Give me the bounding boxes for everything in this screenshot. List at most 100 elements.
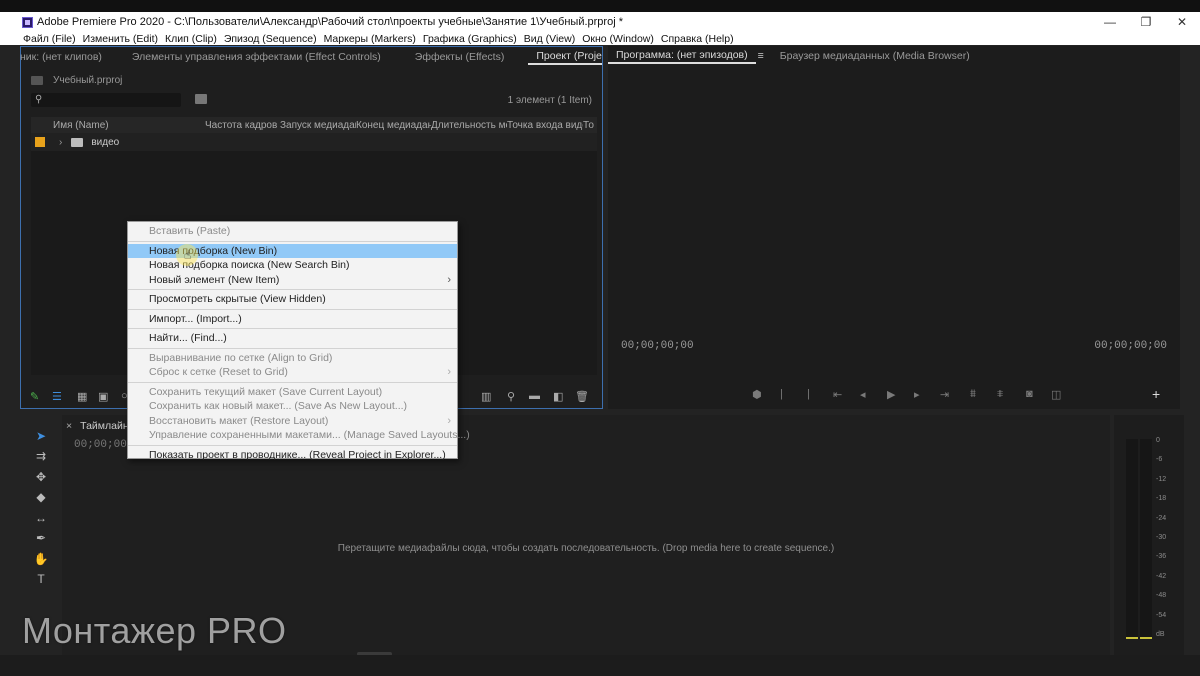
scale-label: -48	[1156, 592, 1167, 600]
menu-help[interactable]: Справка (Help)	[661, 33, 734, 45]
col-media-start[interactable]: Запуск медиадан	[280, 120, 356, 131]
hand-tool-icon[interactable]: ✋	[32, 551, 50, 567]
menu-separator	[128, 289, 457, 290]
menu-item-label: Найти... (Find...)	[149, 332, 227, 344]
comparison-view-icon[interactable]: ◫	[1051, 388, 1061, 401]
menu-item-label: Вставить (Paste)	[149, 225, 231, 237]
play-icon[interactable]: ▶	[887, 388, 895, 401]
label-color-swatch[interactable]	[35, 137, 45, 147]
context-menu-item[interactable]: Просмотреть скрытые (View Hidden)	[128, 292, 457, 307]
trash-icon[interactable]: 🗑	[575, 390, 589, 403]
lift-icon[interactable]: ⩩	[970, 388, 976, 401]
program-monitor-panel: Программа: (нет эпизодов) ≡ Браузер меди…	[608, 46, 1180, 409]
col-name[interactable]: Имя (Name)	[53, 120, 205, 131]
col-overflow[interactable]: То	[583, 120, 597, 131]
list-item[interactable]: › видео	[31, 133, 597, 151]
chevron-right-icon[interactable]: ›	[59, 137, 62, 148]
program-tabstrip: Программа: (нет эпизодов) ≡ Браузер меди…	[608, 46, 1180, 66]
step-forward-icon[interactable]: ▸	[914, 388, 920, 401]
new-item-icon[interactable]: ◧	[553, 390, 563, 403]
tab-effects[interactable]: Эффекты (Effects)	[389, 51, 513, 63]
col-media-duration[interactable]: Длительность ме	[431, 120, 507, 131]
icon-view-icon[interactable]: ▦	[77, 390, 87, 403]
program-menu-icon[interactable]: ≡	[758, 50, 764, 62]
marker-icon[interactable]: ⬢	[752, 388, 762, 401]
razor-tool-icon[interactable]: ◆	[32, 489, 50, 505]
project-filename: Учебный.prproj	[53, 74, 123, 86]
close-button[interactable]: ✕	[1164, 12, 1200, 32]
context-menu-item: Сохранить текущий макет (Save Current La…	[128, 385, 457, 400]
context-menu-item[interactable]: Показать проект в проводнике... (Reveal …	[128, 448, 457, 463]
type-tool-icon[interactable]: T	[32, 571, 50, 587]
col-frame-rate[interactable]: Частота кадров (F	[205, 120, 280, 131]
menu-edit[interactable]: Изменить (Edit)	[83, 33, 158, 45]
pen-tool-icon[interactable]: ✒	[32, 530, 50, 546]
pencil-icon[interactable]: ✎	[30, 390, 39, 403]
col-video-in-point[interactable]: Точка входа виде	[507, 120, 583, 131]
menu-separator	[128, 347, 457, 349]
list-view-icon[interactable]: ☰	[52, 390, 62, 403]
menu-item-label: Управление сохраненными макетами... (Man…	[149, 429, 470, 441]
premiere-app-icon	[22, 16, 33, 28]
new-bin-icon[interactable]: ▬	[529, 390, 540, 402]
find-icon[interactable]: ⚲	[507, 390, 515, 403]
menu-file[interactable]: Файл (File)	[23, 33, 76, 45]
scale-label: -30	[1156, 533, 1167, 541]
automate-to-sequence-icon[interactable]: ▥	[481, 390, 491, 403]
top-letterbox	[0, 0, 1200, 12]
ripple-edit-tool-icon[interactable]: ✥	[32, 469, 50, 485]
column-headers: Имя (Name) Частота кадров (F Запуск меди…	[31, 117, 597, 133]
timeline-timecode[interactable]: 00;00;00;	[74, 439, 133, 451]
freeform-view-icon[interactable]: ▣	[98, 390, 108, 403]
window-titlebar: Adobe Premiere Pro 2020 - C:\Пользовател…	[0, 12, 1200, 32]
window-controls: — ❐ ✕	[1092, 12, 1200, 32]
restore-button[interactable]: ❐	[1128, 12, 1164, 32]
breadcrumb: Учебный.prproj	[31, 73, 122, 87]
transport-controls: ⬢ | | ⇤ ◂ ▶ ▸ ⇥ ⩩ ⩨ ◙ ◫ +	[608, 386, 1180, 406]
go-to-out-icon[interactable]: ⇥	[940, 388, 949, 401]
col-media-end[interactable]: Конец медиаданн	[356, 120, 431, 131]
playhead-timecode[interactable]: 00;00;00;00	[621, 340, 694, 352]
context-menu-item[interactable]: Новый элемент (New Item) ›	[128, 273, 457, 288]
extract-icon[interactable]: ⩨	[997, 388, 1003, 401]
menu-item-label: Новый элемент (New Item)	[149, 273, 280, 286]
menu-window[interactable]: Окно (Window)	[582, 33, 654, 45]
track-select-tool-icon[interactable]: ⇉	[32, 448, 50, 464]
audio-meter-left	[1126, 439, 1138, 639]
slip-tool-icon[interactable]: ↔	[32, 510, 50, 526]
mark-in-icon[interactable]: |	[780, 388, 783, 400]
menu-item-label: Сохранить текущий макет (Save Current La…	[149, 385, 383, 398]
add-button[interactable]: +	[1152, 386, 1160, 402]
tab-source[interactable]: ник: (нет клипов)	[20, 51, 110, 63]
close-tab-icon[interactable]: ×	[66, 420, 72, 432]
search-input[interactable]: ⚲	[31, 93, 181, 107]
minimize-button[interactable]: —	[1092, 12, 1128, 32]
audio-meter-panel: 0 -6 -12 -18 -24 -30 -36 -42 -48 -54 dB	[1114, 415, 1184, 655]
context-menu-item[interactable]: Импорт... (Import...)	[128, 312, 457, 327]
menu-markers[interactable]: Маркеры (Markers)	[324, 33, 416, 45]
menu-item-label: Новая подборка (New Bin)	[149, 244, 278, 257]
duration-timecode: 00;00;00;00	[1094, 340, 1167, 352]
menu-clip[interactable]: Клип (Clip)	[165, 33, 217, 45]
menu-view[interactable]: Вид (View)	[524, 33, 575, 45]
selection-tool-icon[interactable]: ➤	[32, 428, 50, 444]
context-menu-item: Вставить (Paste)	[128, 224, 457, 239]
bin-name: видео	[91, 136, 120, 148]
mark-out-icon[interactable]: |	[807, 388, 810, 400]
export-frame-icon[interactable]: ◙	[1026, 388, 1033, 400]
watermark: Монтажер PRO	[22, 610, 287, 651]
tab-effect-controls[interactable]: Элементы управления эффектами (Effect Co…	[110, 51, 389, 63]
context-menu-item: Управление сохраненными макетами... (Man…	[128, 428, 470, 443]
create-bin-from-search-icon[interactable]	[195, 94, 207, 104]
status-bar	[0, 655, 1200, 676]
context-menu-item: Сброс к сетке (Reset to Grid) ›	[128, 365, 457, 380]
tab-media-browser[interactable]: Браузер медиаданных (Media Browser)	[772, 50, 978, 62]
menu-item-label: Показать проект в проводнике... (Reveal …	[149, 448, 446, 461]
step-back-icon[interactable]: ◂	[860, 388, 866, 401]
menu-graphics[interactable]: Графика (Graphics)	[423, 33, 517, 45]
go-to-in-icon[interactable]: ⇤	[833, 388, 842, 401]
tab-program[interactable]: Программа: (нет эпизодов)	[608, 49, 756, 64]
tab-project[interactable]: Проект (Project): Учебный	[528, 50, 602, 65]
context-menu-item[interactable]: Найти... (Find...)	[128, 331, 457, 346]
menu-sequence[interactable]: Эпизод (Sequence)	[224, 33, 317, 45]
